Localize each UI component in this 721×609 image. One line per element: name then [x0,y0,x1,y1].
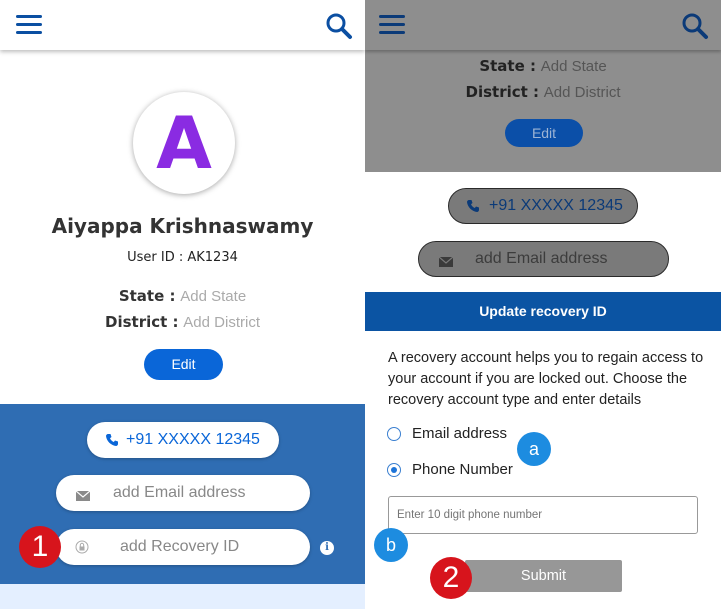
avatar: A [133,92,235,194]
top-bar [0,0,365,50]
phone-icon [466,199,480,218]
hamburger-icon[interactable] [16,15,42,35]
option-phone-label: Phone Number [412,461,513,478]
district-row: District : Add District [0,313,365,331]
email-placeholder: add Email address [113,484,246,501]
radio-email[interactable] [387,426,401,441]
district-label: District : [105,313,179,331]
section-divider [0,584,365,609]
phone-icon [105,433,119,452]
edit-button[interactable]: Edit [144,349,223,380]
user-name: Aiyappa Krishnaswamy [51,214,314,238]
option-email-label: Email address [412,425,508,442]
district-value: Add District [543,84,621,101]
state-value: Add State [540,58,607,75]
email-placeholder: add Email address [475,250,608,267]
email-field[interactable]: add Email address [56,475,310,511]
phone-pill-dimmed: +91 XXXXX 12345 [448,188,638,224]
step-a-badge: a [517,432,551,466]
state-label: State : [118,287,176,305]
recovery-modal-screen: State : Add State District : Add Distric… [365,0,721,609]
phone-pill[interactable]: +91 XXXXX 12345 [87,422,279,458]
state-row: State : Add State [0,287,365,305]
hamburger-icon[interactable] [379,15,405,35]
district-label: District : [465,83,540,101]
option-email[interactable]: Email address [387,425,507,442]
phone-number: +91 XXXXX 12345 [126,431,260,448]
state-row-dimmed: State : Add State [365,57,721,75]
step-b-badge: b [374,528,408,562]
recovery-id-field[interactable]: add Recovery ID [56,529,310,565]
submit-button[interactable]: Submit [465,560,622,592]
envelope-icon [75,488,91,506]
radio-phone[interactable] [387,462,401,477]
modal-description: A recovery account helps you to regain a… [388,350,704,408]
step-2-badge: 2 [430,557,472,599]
phone-number: +91 XXXXX 12345 [489,197,623,214]
email-field-dimmed: add Email address [418,241,669,277]
option-phone[interactable]: Phone Number [387,461,513,478]
search-icon[interactable] [325,12,353,40]
recovery-id-placeholder: add Recovery ID [120,538,240,555]
profile-screen: A Aiyappa Krishnaswamy User ID : AK1234 … [0,0,365,609]
lock-icon [75,540,89,559]
top-bar-dimmed [365,0,721,50]
state-label: State : [479,57,536,75]
user-id: User ID : AK1234 [127,250,238,265]
edit-button-dimmed: Edit [505,119,583,147]
modal-title: Update recovery ID [365,292,721,331]
district-value: Add District [183,314,260,331]
state-value: Add State [180,288,247,305]
phone-number-input[interactable] [388,496,698,534]
step-1-badge: 1 [19,526,61,568]
info-icon[interactable]: i [320,541,334,555]
search-icon[interactable] [681,12,709,40]
envelope-icon [438,254,454,272]
district-row-dimmed: District : Add District [365,83,721,101]
